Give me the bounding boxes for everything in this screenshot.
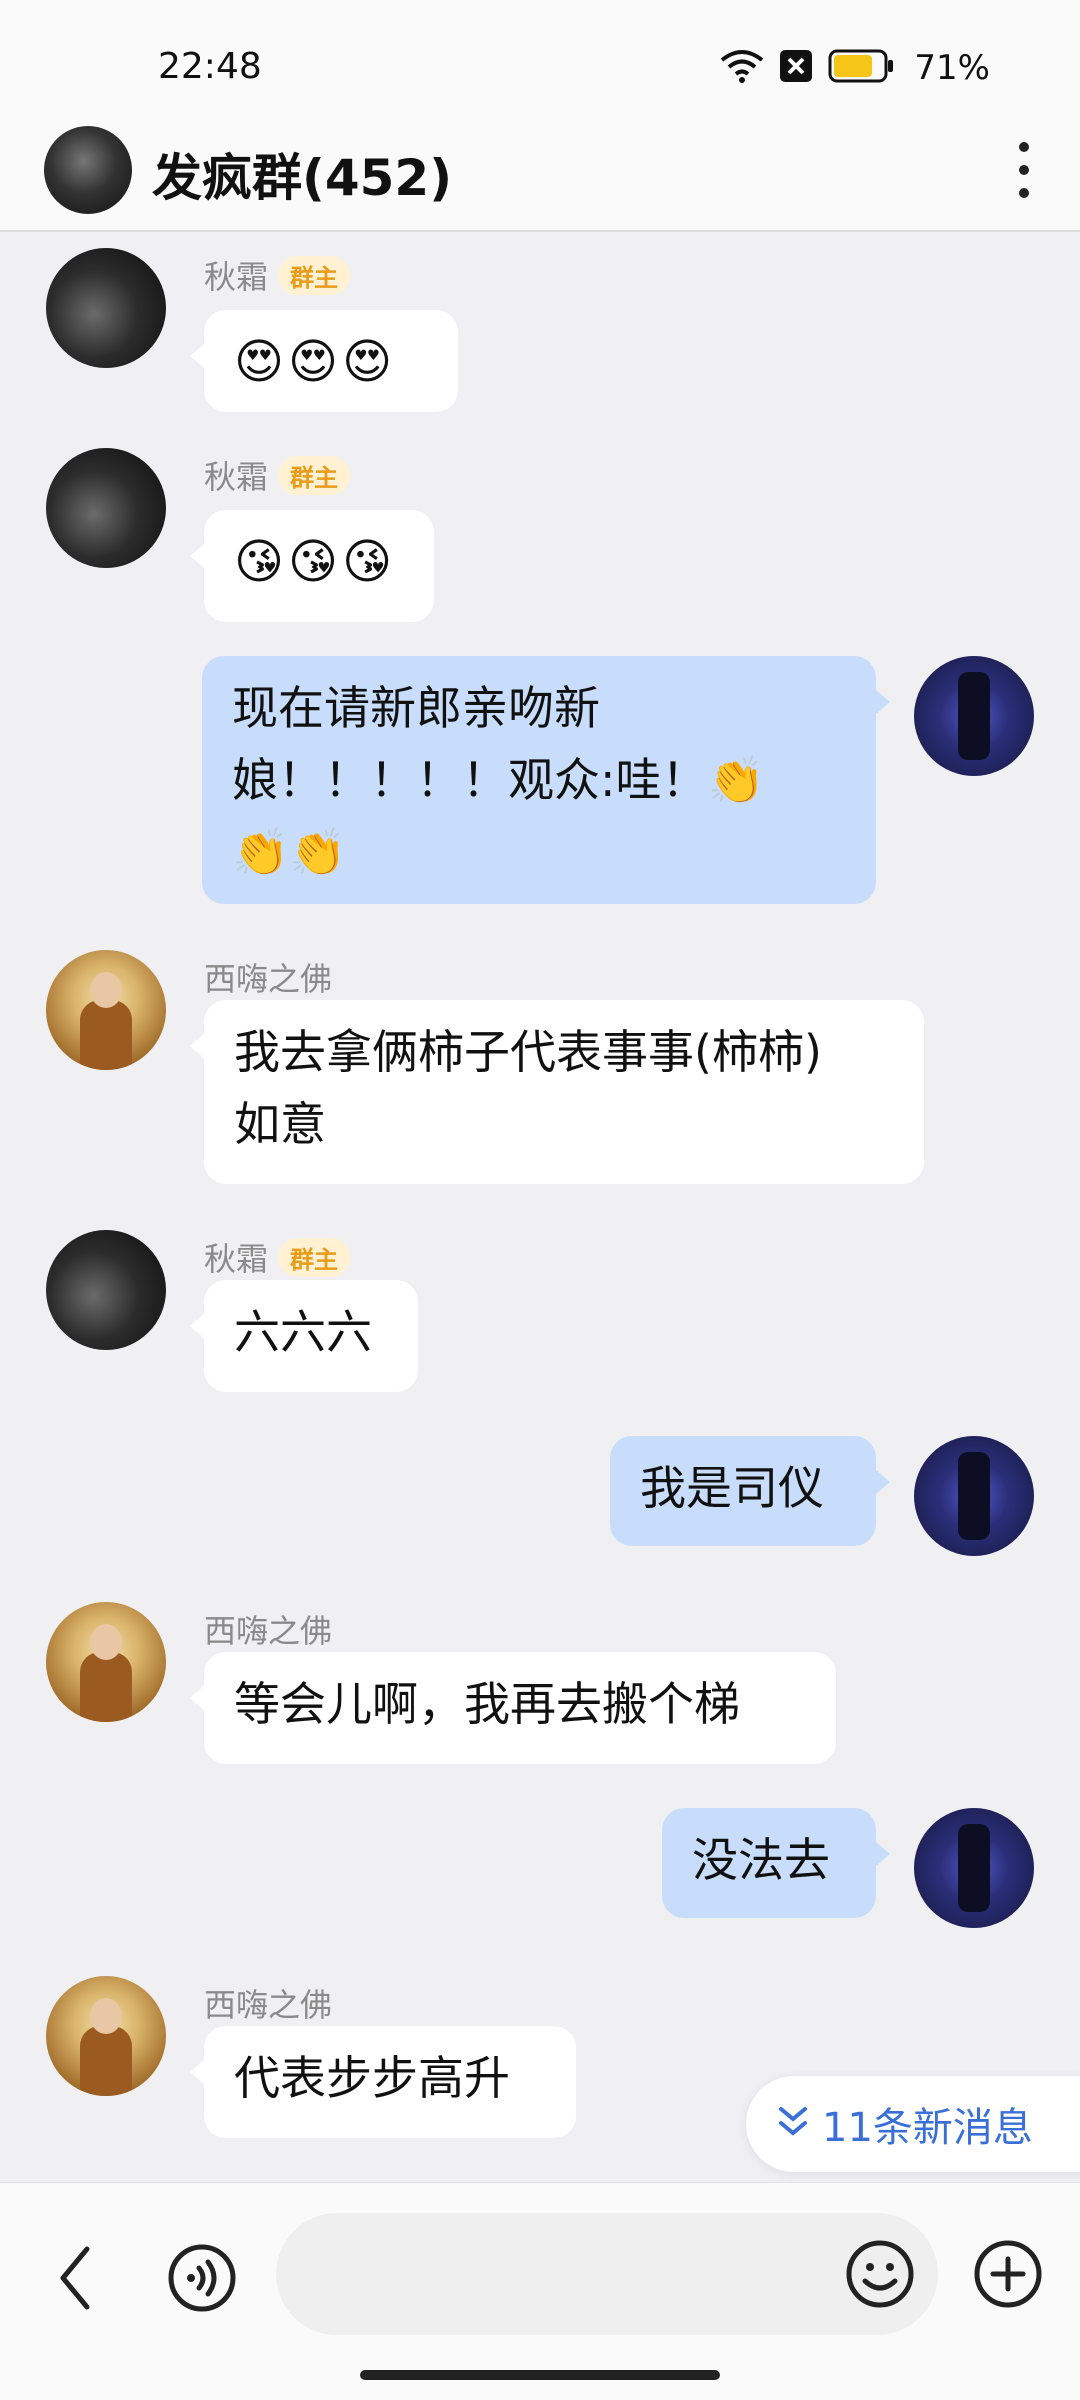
avatar[interactable] — [914, 1808, 1034, 1928]
voice-button[interactable] — [164, 2233, 240, 2323]
sender-name: 西嗨之佛 — [204, 1986, 333, 2024]
sim-off-icon — [778, 48, 814, 88]
message-text: 没法去 — [692, 1833, 830, 1887]
home-indicator[interactable] — [360, 2370, 720, 2380]
status-time: 22:48 — [158, 46, 262, 87]
message-list[interactable]: 秋霜 群主 😍😍😍 秋霜 群主 😘😘😘 现在请新郎亲吻新 娘！！！！！观众:哇！… — [0, 232, 1080, 2182]
avatar[interactable] — [46, 1602, 166, 1722]
more-button[interactable] — [994, 130, 1054, 210]
more-vertical-icon — [1019, 142, 1029, 152]
plus-icon — [974, 2240, 1042, 2308]
group-title[interactable]: 发疯群(452) — [152, 138, 452, 210]
owner-badge: 群主 — [278, 455, 351, 495]
new-messages-button[interactable]: 11条新消息 — [746, 2076, 1080, 2172]
message-bubble[interactable]: 现在请新郎亲吻新 娘！！！！！观众:哇！👏 👏👏 — [202, 656, 890, 904]
avatar[interactable] — [46, 248, 166, 368]
sender-info: 西嗨之佛 — [204, 954, 332, 1000]
message-bubble[interactable]: 我是司仪 — [610, 1436, 890, 1546]
sender-name: 西嗨之佛 — [204, 1612, 333, 1650]
message-text: 六六六 — [234, 1305, 372, 1359]
avatar[interactable] — [46, 1976, 166, 2096]
message-bubble[interactable]: 😍😍😍 — [190, 310, 458, 412]
message-text: 😘😘😘 — [234, 534, 397, 590]
message-text: 我是司仪 — [640, 1461, 824, 1515]
avatar[interactable] — [46, 1230, 166, 1350]
sender-info: 秋霜 群主 — [204, 252, 351, 298]
message-text-line: 娘！！！！！观众:哇！👏 — [232, 753, 765, 807]
wifi-icon — [720, 48, 764, 88]
message-input[interactable] — [276, 2213, 938, 2335]
message-bubble[interactable]: 代表步步高升 — [190, 2026, 576, 2138]
sender-info: 秋霜 群主 — [204, 1234, 351, 1280]
plus-button[interactable] — [968, 2229, 1048, 2319]
sender-name: 秋霜 — [204, 1240, 269, 1278]
message-text-line: 👏👏 — [232, 825, 347, 879]
owner-badge: 群主 — [278, 1237, 351, 1277]
message-bubble[interactable]: 等会儿啊，我再去搬个梯 — [190, 1652, 836, 1764]
message-text: 等会儿啊，我再去搬个梯 — [234, 1677, 740, 1731]
message-bubble[interactable]: 没法去 — [662, 1808, 890, 1918]
sender-name: 秋霜 — [204, 458, 269, 496]
input-bar — [0, 2182, 1080, 2400]
message-text: 😍😍😍 — [234, 334, 397, 390]
new-messages-label: 11条新消息 — [822, 2105, 1033, 2151]
message-bubble[interactable]: 六六六 — [190, 1280, 418, 1392]
avatar[interactable] — [914, 1436, 1034, 1556]
back-button[interactable] — [40, 2233, 110, 2323]
back-icon — [60, 2246, 90, 2310]
chat-header: 发疯群(452) — [0, 100, 1080, 232]
emoji-icon — [846, 2240, 914, 2308]
chevron-double-down-icon — [776, 2104, 810, 2144]
group-avatar[interactable] — [44, 126, 132, 214]
battery-percent: 71% — [914, 48, 990, 88]
sender-info: 西嗨之佛 — [204, 1980, 332, 2026]
sender-name: 西嗨之佛 — [204, 960, 333, 998]
voice-icon — [168, 2244, 236, 2312]
sender-info: 西嗨之佛 — [204, 1606, 332, 1652]
message-text: 代表步步高升 — [234, 2051, 510, 2105]
message-bubble[interactable]: 😘😘😘 — [190, 510, 434, 622]
emoji-button[interactable] — [840, 2229, 920, 2319]
sender-info: 秋霜 群主 — [204, 452, 351, 498]
owner-badge: 群主 — [278, 255, 351, 295]
message-text-line: 现在请新郎亲吻新 — [232, 681, 600, 735]
battery-icon — [828, 49, 894, 87]
message-bubble[interactable]: 我去拿俩柿子代表事事(柿柿) 如意 — [190, 1000, 924, 1184]
sender-name: 秋霜 — [204, 258, 269, 296]
message-text-line: 我去拿俩柿子代表事事(柿柿) — [234, 1025, 822, 1079]
status-icons: 71% — [720, 48, 990, 88]
avatar[interactable] — [914, 656, 1034, 776]
avatar[interactable] — [46, 950, 166, 1070]
message-text-line: 如意 — [234, 1097, 326, 1151]
avatar[interactable] — [46, 448, 166, 568]
